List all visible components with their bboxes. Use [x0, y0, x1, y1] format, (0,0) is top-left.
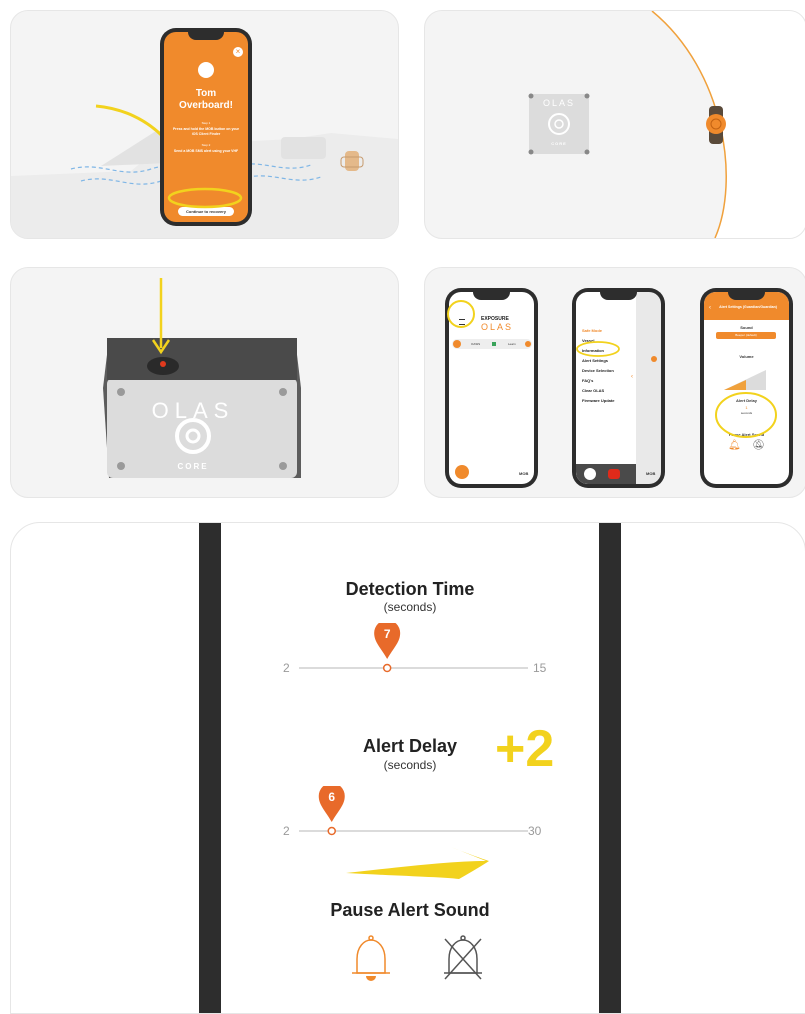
step2-text: Send a MOB SMS alert using your VHF	[173, 149, 239, 153]
volume-slider[interactable]	[704, 362, 789, 392]
alert-delay-slider[interactable]	[11, 786, 805, 846]
menu-item-firmware-update[interactable]: Firmware Update	[582, 398, 614, 403]
youtube-icon[interactable]	[608, 469, 620, 479]
alert-screen: × Tom Overboard! Step 1 Press and hold t…	[164, 32, 248, 222]
menu-item-clear-olas[interactable]: Clear OLAS	[582, 388, 604, 393]
detection-time-slider[interactable]	[11, 623, 805, 683]
delay-min-label: 2	[283, 824, 290, 838]
detection-time-unit: (seconds)	[383, 600, 437, 614]
phone-menu: Safe Mode Vessel Information Alert Setti…	[572, 288, 665, 488]
alert-delay-unit: seconds	[740, 411, 753, 415]
brand-bottom: OLAS	[481, 322, 514, 332]
device-brand-label: OLAS	[542, 98, 575, 108]
row-action-icon[interactable]	[525, 341, 531, 347]
menu-item-alert-settings[interactable]: Alert Settings	[582, 358, 608, 363]
volume-label: Volume	[739, 354, 754, 359]
panel-detection-range: OLAS CORE	[424, 10, 805, 239]
menu-item-safe-mode[interactable]: Safe Mode	[582, 328, 602, 333]
continue-button[interactable]: Continue to recovery	[178, 207, 234, 216]
detection-time-value: 7	[383, 627, 391, 641]
device-model-label: CORE	[177, 462, 209, 471]
status-indicator	[492, 342, 496, 346]
delay-max-label: 30	[528, 824, 542, 838]
pause-sound-label: Pause Alert Sound	[728, 432, 765, 437]
device-row[interactable]: OASIS Learn	[452, 339, 532, 349]
menu-item-information[interactable]: Information	[582, 348, 604, 353]
sound-label: Sound	[740, 325, 753, 330]
detection-min-label: 2	[283, 661, 290, 675]
alert-delay-value: 6	[328, 790, 336, 804]
device-row-name: OASIS	[471, 342, 481, 346]
menu-item-faqs[interactable]: FAQ's	[582, 378, 593, 383]
pause-alert-sound-title: Pause Alert Sound	[330, 900, 490, 920]
detection-max-label: 15	[533, 661, 547, 675]
alert-delay-value: 1	[745, 405, 748, 410]
alert-delay-label: Alert Delay	[736, 398, 757, 403]
menu-drawer: Safe Mode Vessel Information Alert Setti…	[576, 292, 636, 484]
sound-select[interactable]: Beeper (default)	[716, 332, 776, 339]
bell-muted-icon[interactable]	[441, 935, 485, 985]
step2-label: Step 2	[201, 143, 211, 147]
close-icon[interactable]: ×	[233, 47, 243, 57]
menu-icon[interactable]	[459, 319, 465, 325]
step1-text: Press and hold the MOB button on your iO…	[172, 127, 240, 136]
alert-title: Tom Overboard!	[179, 88, 233, 111]
device-brand-label: OLAS	[151, 398, 235, 423]
phone-mockup: × Tom Overboard! Step 1 Press and hold t…	[160, 28, 252, 226]
panel-mob-button: OLAS CORE	[10, 267, 399, 498]
panel-mob-alert: × Tom Overboard! Step 1 Press and hold t…	[10, 10, 399, 239]
mob-label[interactable]: MOB	[646, 471, 655, 476]
bottom-bar	[576, 464, 636, 484]
device-dot-icon	[453, 340, 461, 348]
direction-arrow	[346, 847, 489, 879]
menu-item-vessel[interactable]: Vessel	[582, 338, 594, 343]
detection-time-title: Detection Time	[345, 579, 475, 599]
step1-label: Step 1	[201, 121, 211, 125]
alert-delay-increment: +2	[495, 720, 555, 778]
app-badge-icon[interactable]	[584, 468, 596, 480]
phone-alert-settings: ‹ Alert Settings (Guardian/Guardian) Sou…	[700, 288, 793, 488]
back-icon[interactable]: ‹	[709, 305, 711, 311]
phone-home: EXPOSURE OLAS OASIS Learn MOB	[445, 288, 538, 488]
device-row-status: Learn	[508, 342, 516, 346]
phone-frame-right	[599, 523, 621, 1013]
settings-header-title: Alert Settings (Guardian/Guardian)	[719, 305, 777, 309]
watch-icon	[198, 62, 214, 78]
bell-muted-icon[interactable]: 🔕︎	[752, 440, 765, 451]
phone-notch	[188, 32, 224, 40]
panel-app-navigation: EXPOSURE OLAS OASIS Learn MOB Safe Mode …	[424, 267, 805, 498]
phone-frame-left	[199, 523, 221, 1013]
mob-label[interactable]: MOB	[519, 471, 528, 476]
range-illustration	[528, 11, 805, 238]
fab-icon[interactable]	[455, 465, 469, 479]
chevron-left-icon[interactable]: ‹	[631, 374, 633, 380]
device-model-label: CORE	[551, 141, 567, 146]
panel-alert-settings-detail: Detection Time (seconds) 7 2 15 Alert De…	[10, 522, 805, 1014]
bell-icon[interactable]	[349, 935, 393, 985]
menu-item-device-selection[interactable]: Device Selection	[582, 368, 614, 373]
bell-icon[interactable]: 🔔︎	[728, 440, 741, 451]
row-action-icon	[651, 356, 657, 362]
